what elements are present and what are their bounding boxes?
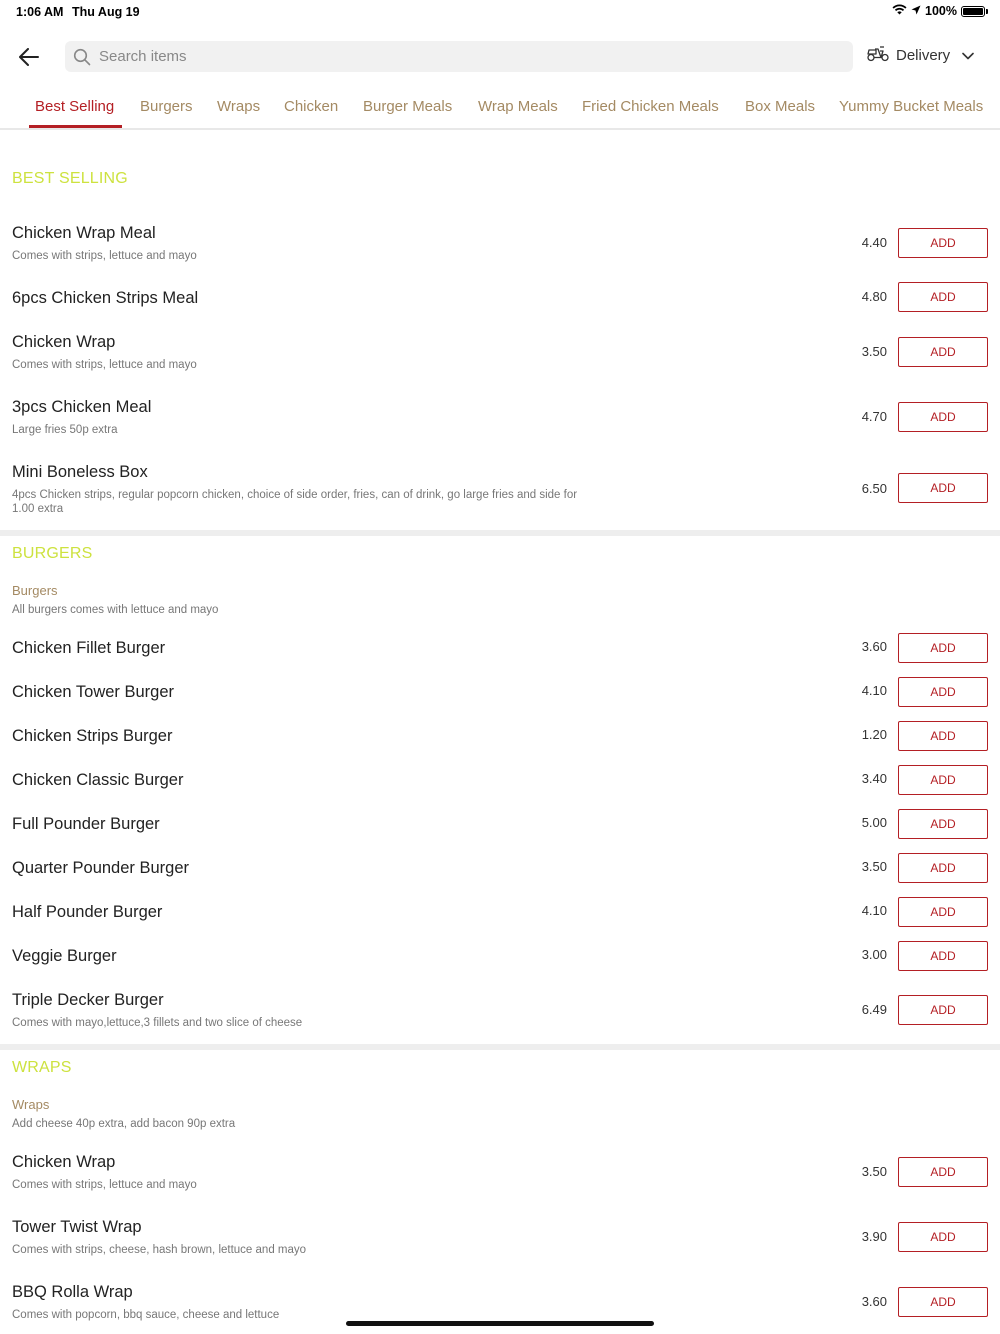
section-divider [0, 530, 1000, 536]
subsection-heading: Wraps [12, 1097, 50, 1112]
item-name: Chicken Wrap Meal [12, 224, 156, 242]
item-name: Triple Decker Burger [12, 991, 164, 1009]
item-name: Full Pounder Burger [12, 815, 160, 833]
item-price: 3.90 [861, 1229, 887, 1244]
item-price: 6.50 [861, 481, 887, 496]
chevron-down-icon [962, 47, 974, 64]
section-divider [0, 1044, 1000, 1050]
location-arrow-icon [911, 4, 921, 18]
add-button[interactable]: ADD [898, 402, 988, 432]
item-name: 6pcs Chicken Strips Meal [12, 289, 199, 307]
add-button[interactable]: ADD [898, 228, 988, 258]
item-price: 4.10 [861, 683, 887, 698]
battery-tip [986, 8, 988, 14]
home-indicator[interactable] [346, 1321, 654, 1326]
item-price: 3.50 [861, 859, 887, 874]
section-title-burgers: BURGERS [12, 545, 93, 562]
tab-box-meals[interactable]: Box Meals [745, 98, 815, 115]
delivery-mode-selector[interactable]: Delivery [866, 44, 974, 66]
add-button[interactable]: ADD [898, 853, 988, 883]
item-name: Veggie Burger [12, 947, 117, 965]
active-tab-indicator [29, 125, 122, 128]
battery-percent: 100% [925, 4, 957, 18]
tab-chicken[interactable]: Chicken [284, 98, 338, 115]
status-indicators: 100% [892, 4, 988, 18]
item-price: 3.50 [861, 344, 887, 359]
tab-burger-meals[interactable]: Burger Meals [363, 98, 452, 115]
item-price: 4.10 [861, 903, 887, 918]
add-button[interactable]: ADD [898, 1157, 988, 1187]
item-price: 1.20 [861, 727, 887, 742]
item-description: Comes with mayo,lettuce,3 fillets and tw… [12, 1017, 303, 1029]
item-name: Tower Twist Wrap [12, 1218, 142, 1236]
subsection-heading: Burgers [12, 583, 58, 598]
search-bar[interactable] [65, 41, 853, 72]
search-input[interactable] [97, 47, 801, 66]
tab-best-selling[interactable]: Best Selling [35, 98, 114, 115]
item-price: 5.00 [861, 815, 887, 830]
tab-burgers[interactable]: Burgers [140, 98, 193, 115]
back-arrow-icon [19, 47, 39, 71]
item-price: 3.60 [861, 1294, 887, 1309]
add-button[interactable]: ADD [898, 721, 988, 751]
add-button[interactable]: ADD [898, 765, 988, 795]
add-button[interactable]: ADD [898, 995, 988, 1025]
tab-fried-chicken-meals[interactable]: Fried Chicken Meals [582, 98, 719, 115]
add-button[interactable]: ADD [898, 677, 988, 707]
item-price: 3.40 [861, 771, 887, 786]
battery-icon [961, 5, 985, 17]
section-title-best-selling: BEST SELLING [12, 170, 128, 187]
item-price: 4.80 [861, 289, 887, 304]
item-description: Comes with strips, lettuce and mayo [12, 1179, 197, 1191]
status-date: Thu Aug 19 [72, 5, 140, 19]
add-button[interactable]: ADD [898, 633, 988, 663]
item-price: 3.00 [861, 947, 887, 962]
add-button[interactable]: ADD [898, 337, 988, 367]
item-name: Quarter Pounder Burger [12, 859, 190, 877]
section-title-wraps: WRAPS [12, 1059, 72, 1076]
add-button[interactable]: ADD [898, 1222, 988, 1252]
item-price: 3.50 [861, 1164, 887, 1179]
add-button[interactable]: ADD [898, 941, 988, 971]
item-name: BBQ Rolla Wrap [12, 1283, 133, 1301]
item-name: Chicken Strips Burger [12, 727, 173, 745]
item-description: Comes with popcorn, bbq sauce, cheese an… [12, 1309, 280, 1321]
item-description: Comes with strips, lettuce and mayo [12, 359, 197, 371]
item-name: Chicken Fillet Burger [12, 639, 166, 657]
delivery-label: Delivery [896, 46, 951, 64]
status-time: 1:06 AM [16, 5, 64, 19]
item-name: Chicken Wrap [12, 333, 116, 351]
add-button[interactable]: ADD [898, 282, 988, 312]
tab-wrap-meals[interactable]: Wrap Meals [478, 98, 558, 115]
add-button[interactable]: ADD [898, 473, 988, 503]
add-button[interactable]: ADD [898, 809, 988, 839]
item-description: 4pcs Chicken strips, regular popcorn chi… [12, 489, 578, 515]
back-button[interactable] [14, 44, 44, 74]
item-description: Comes with strips, cheese, hash brown, l… [12, 1244, 307, 1256]
wifi-icon [892, 4, 907, 18]
status-bar: 1:06 AM Thu Aug 19 100% [0, 0, 1000, 24]
item-name: 3pcs Chicken Meal [12, 398, 152, 416]
item-price: 4.40 [861, 235, 887, 250]
scooter-icon [866, 44, 890, 66]
item-price: 6.49 [861, 1002, 887, 1017]
tab-yummy-bucket-meals[interactable]: Yummy Bucket Meals [839, 98, 983, 115]
category-tabs: Best Selling Burgers Wraps Chicken Burge… [0, 88, 1000, 130]
top-bar: Delivery [0, 36, 1000, 80]
tab-wraps[interactable]: Wraps [217, 98, 260, 115]
subsection-description: Add cheese 40p extra, add bacon 90p extr… [12, 1118, 236, 1130]
item-price: 4.70 [861, 409, 887, 424]
search-icon [73, 47, 93, 67]
add-button[interactable]: ADD [898, 1287, 988, 1317]
add-button[interactable]: ADD [898, 897, 988, 927]
item-description: Large fries 50p extra [12, 424, 118, 436]
item-name: Chicken Tower Burger [12, 683, 175, 701]
subsection-description: All burgers comes with lettuce and mayo [12, 604, 219, 616]
item-name: Mini Boneless Box [12, 463, 148, 481]
item-name: Half Pounder Burger [12, 903, 163, 921]
item-name: Chicken Classic Burger [12, 771, 184, 789]
item-price: 3.60 [861, 639, 887, 654]
item-description: Comes with strips, lettuce and mayo [12, 250, 197, 262]
item-name: Chicken Wrap [12, 1153, 116, 1171]
